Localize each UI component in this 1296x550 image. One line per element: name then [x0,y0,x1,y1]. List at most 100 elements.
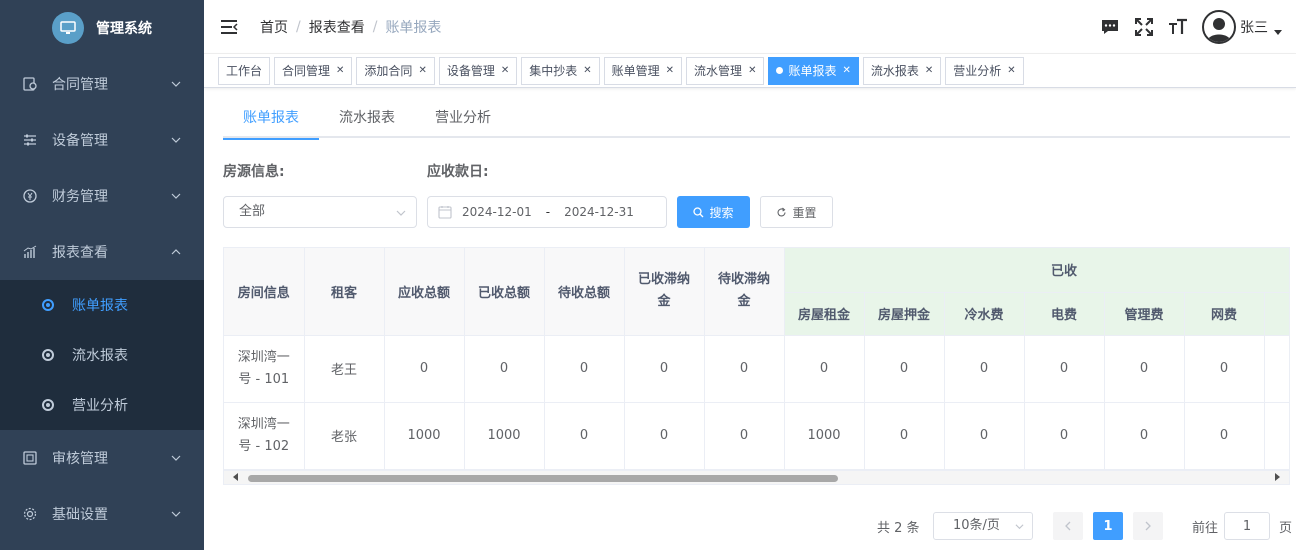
sidebar-item-business-analysis[interactable]: 营业分析 [0,380,204,430]
tag-bill-report[interactable]: 账单报表 ✕ [768,56,859,85]
fullscreen-icon[interactable] [1134,17,1154,37]
page-number-current[interactable]: 1 [1093,512,1123,540]
reports-submenu: 账单报表 流水报表 营业分析 [0,280,204,430]
sidebar-item-contract[interactable]: 合同管理 [0,56,204,112]
gear-icon [22,506,38,522]
tag-meter-reading[interactable]: 集中抄表 ✕ [521,56,600,85]
hamburger-icon[interactable] [220,19,238,35]
tag-flow-report[interactable]: 流水报表 ✕ [862,56,942,85]
tag-bill-manage[interactable]: 账单管理 ✕ [603,56,683,85]
sidebar-item-audit[interactable]: 审核管理 [0,430,204,486]
prev-page-button[interactable] [1053,512,1083,540]
sidebar: 管理系统 合同管理 设备管理 财务管理 报表查看 账单报表 流水报表 营业分析 … [0,0,204,550]
main-content: 账单报表 流水报表 营业分析 房源信息: 应收款日: 全部 2024-12-01… [204,88,1296,550]
column-header: 冷水费 [944,292,1025,336]
search-button[interactable]: 搜索 [677,196,750,228]
house-info-label: 房源信息: [223,164,285,180]
calendar-icon [438,206,452,219]
sidebar-item-finance[interactable]: 财务管理 [0,168,204,224]
cell-tenant: 老张 [304,402,385,470]
due-date-range-picker[interactable]: 2024-12-01 - 2024-12-31 [427,196,667,228]
table-cell: 0 [944,335,1025,403]
tag-label: 营业分析 [953,64,1002,78]
horizontal-scrollbar[interactable] [224,470,1289,484]
radio-dot-icon [42,299,54,311]
monitor-icon [52,12,84,44]
table-cell: 1000 [384,402,465,470]
pagination-total: 共 2 条 [877,521,920,536]
group-header-received: 已收 [784,248,1289,293]
tag-add-contract[interactable]: 添加合同 ✕ [356,56,435,85]
scroll-right-arrow-icon[interactable] [1275,473,1280,481]
table-cell: 0 [944,402,1025,470]
scrollbar-thumb[interactable] [248,475,838,482]
close-icon[interactable]: ✕ [925,65,933,76]
table-cell: 0 [1184,402,1265,470]
table-row: 深圳湾一号 - 101 老王 0 0 0 0 0 0 0 0 0 0 0 [224,335,1289,403]
sidebar-item-label: 审核管理 [52,451,108,467]
goto-page-input[interactable] [1224,512,1270,540]
tab-business-analysis[interactable]: 营业分析 [415,98,511,138]
close-icon[interactable]: ✕ [1007,65,1015,76]
table-cell [1264,335,1289,403]
message-icon[interactable] [1100,17,1120,37]
table-cell: 0 [544,402,625,470]
sidebar-item-device[interactable]: 设备管理 [0,112,204,168]
next-page-button[interactable] [1133,512,1163,540]
breadcrumb-current: 账单报表 [385,19,442,36]
breadcrumb-home[interactable]: 首页 [260,17,288,37]
table-cell: 0 [624,402,705,470]
tag-flow-manage[interactable]: 流水管理 ✕ [686,56,765,85]
bill-report-table: 房间信息 租客 应收总额 已收总额 待收总额 已收滞纳金 待收滞纳金 已收 房屋… [223,247,1290,485]
column-header: 房屋押金 [864,292,945,336]
breadcrumb-reports[interactable]: 报表查看 [309,17,365,37]
table-cell: 0 [384,335,465,403]
tag-contract-manage[interactable]: 合同管理 ✕ [274,56,353,85]
page-size-select[interactable]: 10条/页 [933,512,1033,540]
table-cell: 1000 [784,402,865,470]
tab-bill-report[interactable]: 账单报表 [223,98,319,140]
close-icon[interactable]: ✕ [842,65,850,76]
username[interactable]: 张三 [1240,17,1268,37]
tag-device-manage[interactable]: 设备管理 ✕ [438,56,518,85]
avatar[interactable] [1202,10,1236,44]
close-icon[interactable]: ✕ [336,65,344,76]
date-start[interactable]: 2024-12-01 [462,205,532,219]
tag-business-analysis[interactable]: 营业分析 ✕ [945,56,1024,85]
table-cell: 0 [704,335,785,403]
contract-icon [22,76,38,92]
tag-workbench[interactable]: 工作台 [218,56,271,85]
pagination: 共 2 条 10条/页 1 前往 页 [204,512,1296,540]
close-icon[interactable]: ✕ [666,65,674,76]
radio-dot-icon [42,399,54,411]
scroll-left-arrow-icon[interactable] [233,473,238,481]
chevron-down-icon [171,511,181,517]
close-icon[interactable]: ✕ [748,65,756,76]
table-cell: 0 [704,402,785,470]
due-date-label: 应收款日: [427,164,489,180]
font-size-icon[interactable] [1168,17,1188,37]
breadcrumb-separator: / [372,18,378,35]
table-cell: 0 [464,335,545,403]
sidebar-item-settings[interactable]: 基础设置 [0,486,204,542]
caret-down-icon[interactable] [1274,29,1282,35]
sidebar-item-bill-report[interactable]: 账单报表 [0,280,204,330]
column-header: 租客 [304,248,385,336]
date-end[interactable]: 2024-12-31 [564,205,634,219]
close-icon[interactable]: ✕ [418,65,426,76]
audit-icon [22,450,38,466]
sidebar-item-reports[interactable]: 报表查看 [0,224,204,280]
chart-icon [22,244,38,260]
close-icon[interactable]: ✕ [501,65,509,76]
tag-label: 集中抄表 [529,64,578,78]
table-cell: 0 [864,402,945,470]
table-cell: 0 [544,335,625,403]
house-select[interactable]: 全部 [223,196,417,228]
sidebar-item-flow-report[interactable]: 流水报表 [0,330,204,380]
logo: 管理系统 [0,0,204,56]
tab-flow-report[interactable]: 流水报表 [319,98,415,138]
close-icon[interactable]: ✕ [583,65,591,76]
breadcrumb: 首页 / 报表查看 / 账单报表 [260,17,441,37]
table-cell: 0 [1104,402,1185,470]
reset-button[interactable]: 重置 [760,196,833,228]
